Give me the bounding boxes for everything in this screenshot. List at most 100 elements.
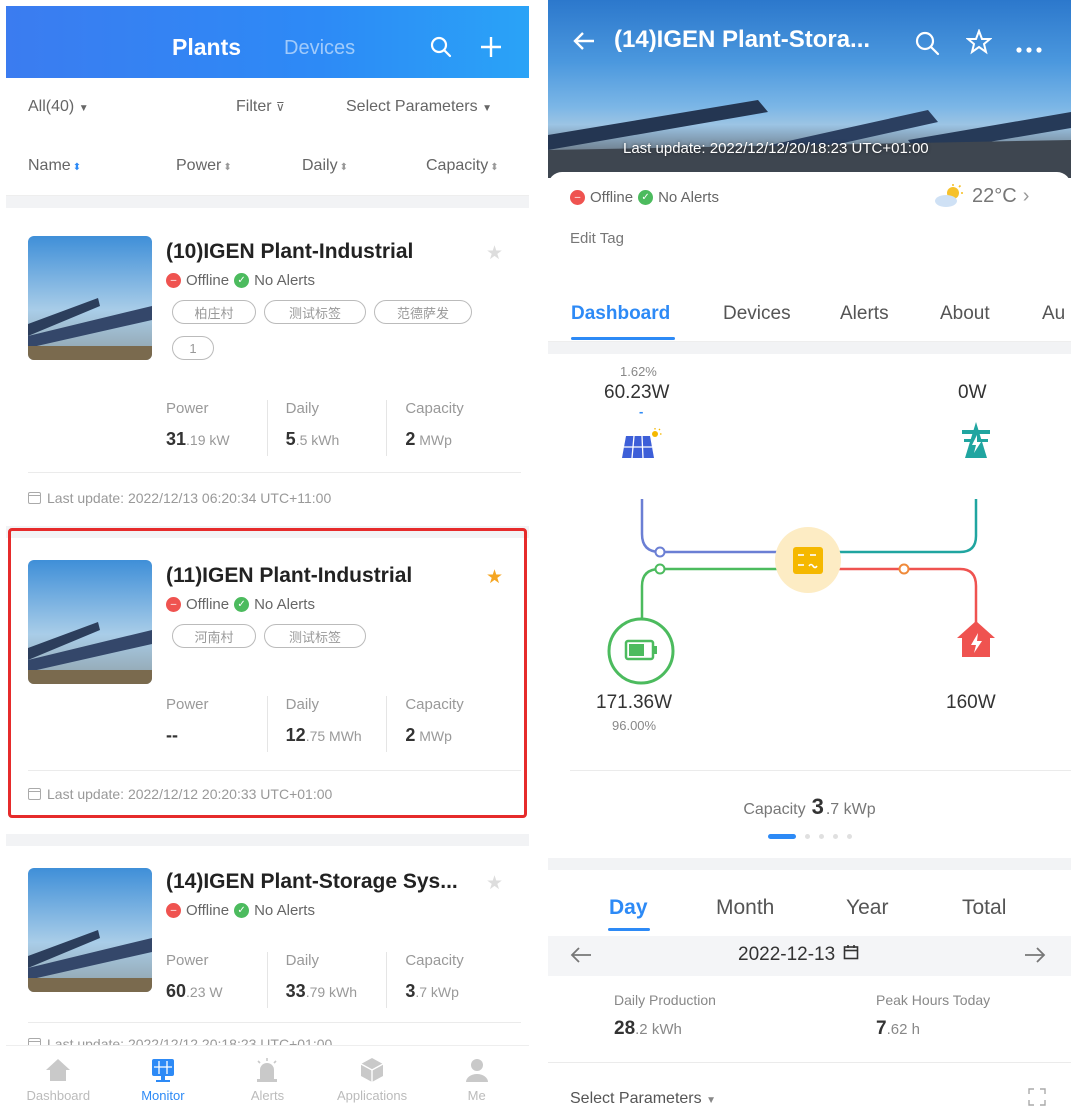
- check-icon: ✓: [234, 273, 250, 288]
- tab-alerts[interactable]: Alerts: [840, 303, 889, 325]
- date-picker[interactable]: 2022-12-13: [738, 944, 859, 966]
- plant-tag: 范德萨发: [374, 300, 472, 324]
- capacity: Capacity 3.7 kWp: [743, 794, 876, 819]
- tab-dashboard[interactable]: Dashboard: [571, 303, 670, 325]
- home-icon: [43, 1056, 73, 1084]
- plant-tag: 1: [172, 336, 214, 360]
- period-tabs: Day Month Year Total: [548, 886, 1071, 934]
- search-icon[interactable]: [914, 30, 940, 61]
- separator: [548, 858, 1071, 870]
- filter-button[interactable]: Filter ⊽: [236, 98, 285, 116]
- search-icon[interactable]: [426, 32, 456, 62]
- divider: [28, 472, 521, 473]
- plant-metrics: Power 31.19 kW Daily 5.5 kWh Capacity 2 MWp: [166, 400, 506, 456]
- plant-thumbnail: [28, 236, 152, 360]
- edit-tag-link[interactable]: Edit Tag: [570, 230, 624, 247]
- active-tab-indicator: [571, 337, 675, 340]
- all-plants-dropdown[interactable]: All(40) ▼: [28, 98, 89, 116]
- nav-applications[interactable]: Applications: [320, 1046, 425, 1109]
- divider: [548, 1062, 1071, 1063]
- select-parameters-dropdown[interactable]: Select Parameters ▼: [570, 1090, 716, 1108]
- star-outline-icon[interactable]: [965, 28, 993, 60]
- daily-production: Daily Production 28.2 kWh: [614, 992, 716, 1039]
- nav-dashboard[interactable]: Dashboard: [6, 1046, 111, 1109]
- plant-card[interactable]: (10)IGEN Plant-Industrial ★ – Offline ✓ No…: [6, 208, 529, 526]
- solar-panel-icon: [622, 428, 662, 465]
- plant-status: – Offline ✓ No Alerts: [570, 189, 719, 206]
- add-icon[interactable]: [476, 32, 506, 62]
- sun-cloud-icon: [935, 184, 963, 207]
- check-icon: ✓: [638, 190, 654, 205]
- offline-icon: –: [166, 597, 181, 612]
- divider: [28, 770, 521, 771]
- plant-tag: 测试标签: [264, 624, 366, 648]
- plant-status: – Offline ✓ No Alerts: [166, 596, 315, 613]
- banner-last-update: Last update: 2022/12/12/20/18:23 UTC+01:…: [623, 140, 929, 157]
- check-icon: ✓: [234, 597, 250, 612]
- calendar-icon: [28, 492, 41, 504]
- nav-monitor[interactable]: Monitor: [111, 1046, 216, 1109]
- tab-plants[interactable]: Plants: [172, 34, 241, 61]
- plant-card-selected[interactable]: (11)IGEN Plant-Industrial ★ – Offline ✓ No…: [6, 538, 529, 834]
- battery-power: 171.36W: [596, 692, 673, 713]
- filter-icon: ⊽: [276, 100, 285, 114]
- prev-date-arrow-icon[interactable]: [570, 945, 592, 970]
- sort-name[interactable]: Name ⬍: [28, 157, 81, 175]
- monitor-icon: [148, 1056, 178, 1084]
- plant-status: – Offline ✓ No Alerts: [166, 272, 315, 289]
- peak-hours-today: Peak Hours Today 7.62 h: [876, 992, 991, 1039]
- plants-header: Plants Devices: [6, 6, 529, 78]
- star-icon[interactable]: ★: [486, 872, 503, 895]
- tab-total[interactable]: Total: [962, 896, 1006, 920]
- pv-percent: 1.62%: [620, 364, 657, 379]
- tab-devices[interactable]: Devices: [284, 37, 355, 60]
- plant-status: – Offline ✓ No Alerts: [166, 902, 315, 919]
- date-navigator: 2022-12-13: [548, 936, 1071, 976]
- separator: [6, 196, 529, 208]
- grid-tower-icon: [960, 422, 992, 465]
- chevron-right-icon: ›: [1022, 184, 1030, 207]
- pv-dash: -: [639, 404, 644, 419]
- plant-banner: (14)IGEN Plant-Stora... Last update: 202…: [548, 0, 1071, 178]
- nav-me[interactable]: Me: [424, 1046, 529, 1109]
- fullscreen-icon[interactable]: [1028, 1088, 1046, 1109]
- sort-daily[interactable]: Daily ⬍: [302, 157, 348, 175]
- next-date-arrow-icon[interactable]: [1024, 945, 1046, 970]
- weather-widget[interactable]: 22°C ›: [934, 184, 1029, 208]
- alarm-icon: [252, 1056, 282, 1084]
- bottom-nav: Dashboard Monitor Alerts Applications Me: [6, 1045, 529, 1109]
- sort-capacity[interactable]: Capacity ⬍: [426, 157, 499, 175]
- tab-day[interactable]: Day: [609, 896, 648, 920]
- tab-month[interactable]: Month: [716, 896, 774, 920]
- divider: [570, 770, 1071, 771]
- select-parameters-dropdown[interactable]: Select Parameters ▼: [346, 98, 492, 116]
- star-icon[interactable]: ★: [486, 566, 503, 589]
- plant-metrics: Power 60.23 W Daily 33.79 kWh Capacity 3.7 …: [166, 952, 506, 1008]
- plant-detail-sheet: – Offline ✓ No Alerts 22°C › Edit Tag Dash…: [548, 172, 1071, 1109]
- tab-more[interactable]: Au: [1042, 303, 1065, 325]
- cube-icon: [357, 1056, 387, 1084]
- sort-bar: Name ⬍ Power ⬍ Daily ⬍ Capacity ⬍: [6, 138, 529, 196]
- active-period-indicator: [608, 928, 650, 931]
- offline-icon: –: [166, 903, 181, 918]
- offline-icon: –: [166, 273, 181, 288]
- nav-alerts[interactable]: Alerts: [215, 1046, 320, 1109]
- back-arrow-icon[interactable]: [572, 30, 596, 57]
- calendar-icon: [28, 788, 41, 800]
- energy-flow-diagram: 1.62% 60.23W - 0W 171.36W 96.00% 160W: [548, 364, 1071, 864]
- plant-thumbnail: [28, 868, 152, 992]
- calendar-icon: [843, 944, 859, 966]
- battery-icon: [606, 616, 676, 691]
- tab-year[interactable]: Year: [846, 896, 888, 920]
- more-icon[interactable]: [1016, 40, 1042, 58]
- star-icon[interactable]: ★: [486, 242, 503, 265]
- battery-percent: 96.00%: [612, 718, 657, 733]
- filter-bar: All(40) ▼ Filter ⊽ Select Parameters ▼: [6, 78, 529, 138]
- pv-power: 60.23W: [604, 382, 670, 403]
- plant-tag: 柏庄村: [172, 300, 256, 324]
- plant-detail-screen: (14)IGEN Plant-Stora... Last update: 202…: [548, 0, 1071, 1109]
- sort-power[interactable]: Power ⬍: [176, 157, 232, 175]
- tab-about[interactable]: About: [940, 303, 990, 325]
- load-power: 160W: [946, 692, 996, 713]
- tab-devices[interactable]: Devices: [723, 303, 791, 325]
